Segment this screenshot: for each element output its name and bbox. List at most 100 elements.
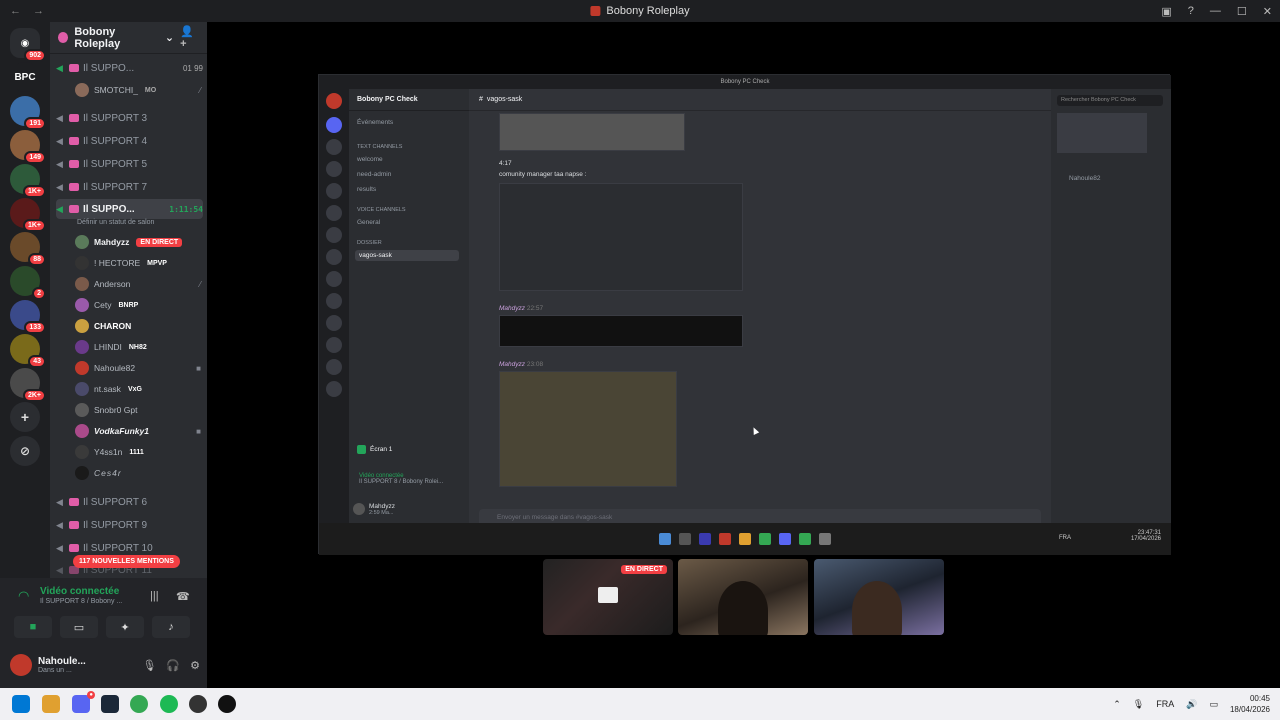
ss-chat: # vagos-sask 4:17 comunity manager taa n… [469,89,1051,527]
voice-member[interactable]: LHINDI NH82 [75,337,201,357]
microphone-icon[interactable]: 🎙 [1133,699,1144,710]
speaker-icon: ◀ [56,112,63,123]
noise-suppression-icon[interactable]: ||| [150,590,159,602]
avatar [75,235,89,249]
settings-gear-icon[interactable]: ⚙ [190,659,200,672]
voice-member[interactable]: Ces4r [75,463,201,483]
system-clock[interactable]: 00:45 18/04/2026 [1230,693,1270,715]
speaker-icon: ◀ [56,203,63,214]
app-icon[interactable] [218,695,236,713]
server-icon[interactable]: 133 [10,300,46,334]
new-mentions-pill[interactable]: 117 NOUVELLES MENTIONS [73,555,180,568]
screen-share-button[interactable]: ▭ [60,616,98,638]
channel-tag-icon [69,64,79,72]
screen-share-view[interactable]: Bobony PC Check Bobony PC Check Événemen… [318,74,1171,555]
steam-icon[interactable] [101,695,119,713]
soundboard-icon: ♪ [168,621,174,633]
spotify-icon[interactable] [160,695,178,713]
camera-button[interactable]: ■ [14,616,52,638]
channel-status[interactable]: Définir un statut de salon [77,219,154,226]
microphone-icon[interactable]: 🎙 [142,659,156,672]
voice-member[interactable]: Snobr0 Gpt [75,400,201,420]
camera-tile[interactable] [814,559,944,635]
voice-channel[interactable]: ◀ Il SUPPORT 4 [56,131,203,151]
add-user-icon[interactable]: 👤+ [180,25,199,50]
screen-share-icon [598,587,618,603]
participant-video [852,581,902,635]
server-icon[interactable]: 88 [10,232,46,266]
avatar [75,277,89,291]
guild-header[interactable]: Bobony Roleplay ⌄ 👤+ [50,22,207,54]
activities-icon: ✦ [120,621,130,634]
speaker-icon: ◀ [56,564,63,575]
chrome-icon[interactable] [130,695,148,713]
ss-member-list: Rechercher Bobony PC Check Nahoule82 [1051,89,1171,523]
server-icon[interactable]: 2K+ [10,368,46,402]
camera-tile[interactable] [678,559,808,635]
user-panel[interactable]: Nahoule... Dans un ... 🎙 🎧 ⚙ [10,650,200,680]
avatar [75,382,89,396]
server-icon[interactable]: 1K+ [10,198,46,232]
guild-icon [58,32,69,43]
server-icon-bpc[interactable]: BPC [10,62,40,92]
server-icon[interactable]: 1K+ [10,164,46,198]
server-icon[interactable]: 43 [10,334,46,368]
file-explorer-icon[interactable] [42,695,60,713]
stream-tile[interactable]: EN DIRECT [543,559,673,635]
voice-channel[interactable]: ◀ Il SUPPORT 3 [56,108,203,128]
app-icon[interactable] [189,695,207,713]
ss-taskbar: FRA 23:47:31 17/04/2026 [319,523,1171,555]
server-icon[interactable]: 191 [10,96,46,130]
voice-channel[interactable]: ◀ Il SUPPORT 9 [56,515,203,535]
server-icon[interactable]: 2 [10,266,46,300]
voice-channel[interactable]: ◀ Il SUPPORT 6 [56,492,203,512]
server-icon[interactable]: 149 [10,130,46,164]
inbox-icon[interactable]: ▣ [1161,5,1171,18]
speaker-icon: ◀ [56,181,63,192]
add-server-icon[interactable]: + [10,402,40,432]
avatar [75,298,89,312]
discord-icon[interactable]: ● [72,691,95,713]
volume-icon[interactable]: 🔊 [1186,699,1197,710]
mute-icon: ⁄ [199,85,201,95]
avatar [75,403,89,417]
voice-member[interactable]: nt.sask VxG [75,379,201,399]
voice-member[interactable]: VodkaFunky1 ■ [75,421,201,441]
dm-home-button[interactable]: ◉ 902 [10,28,46,62]
disconnect-icon[interactable]: ☎ [176,590,190,603]
minimize-button[interactable]: — [1210,5,1221,17]
avatar [75,256,89,270]
activities-button[interactable]: ✦ [106,616,144,638]
voice-channel[interactable]: ◀ Il SUPPORT 5 [56,154,203,174]
voice-channel[interactable]: ◀ Il SUPPO... 01 99 [56,58,203,78]
mute-icon: ⁄ [199,279,201,289]
voice-channel-active[interactable]: ◀ Il SUPPO... 1:11:54 [56,199,203,219]
chevron-up-icon[interactable]: ⌃ [1113,699,1121,710]
voice-member[interactable]: Anderson ⁄ [75,274,201,294]
avatar [75,466,89,480]
signal-icon: ◠ [18,588,30,603]
window-title: Bobony Roleplay [590,5,690,17]
network-icon[interactable]: ▭ [1209,699,1218,710]
avatar [75,424,89,438]
voice-member[interactable]: Nahoule82 ■ [75,358,201,378]
close-button[interactable]: ✕ [1263,5,1272,18]
voice-member[interactable]: ! HECTORE MPVP [75,253,201,273]
windows-start-icon[interactable] [12,695,30,713]
voice-member[interactable]: CHARON [75,316,201,336]
soundboard-button[interactable]: ♪ [152,616,190,638]
avatar [75,83,89,97]
voice-channel[interactable]: ◀ Il SUPPORT 7 [56,177,203,197]
discover-icon[interactable]: ⊘ [10,436,40,466]
help-icon[interactable]: ? [1188,5,1194,17]
voice-member[interactable]: SMOTCHI_ MO ⁄ [75,80,201,100]
speaker-icon: ◀ [56,135,63,146]
back-icon[interactable]: ← [10,5,21,17]
headphones-icon[interactable]: 🎧 [166,659,180,672]
forward-icon[interactable]: → [33,5,44,17]
speaker-icon: ◀ [56,496,63,507]
voice-member[interactable]: Mahdyzz EN DIRECT [75,232,201,252]
maximize-button[interactable]: ☐ [1237,5,1247,18]
voice-member[interactable]: Cety BNRP [75,295,201,315]
voice-member[interactable]: Y4ss1n 1111 [75,442,201,462]
